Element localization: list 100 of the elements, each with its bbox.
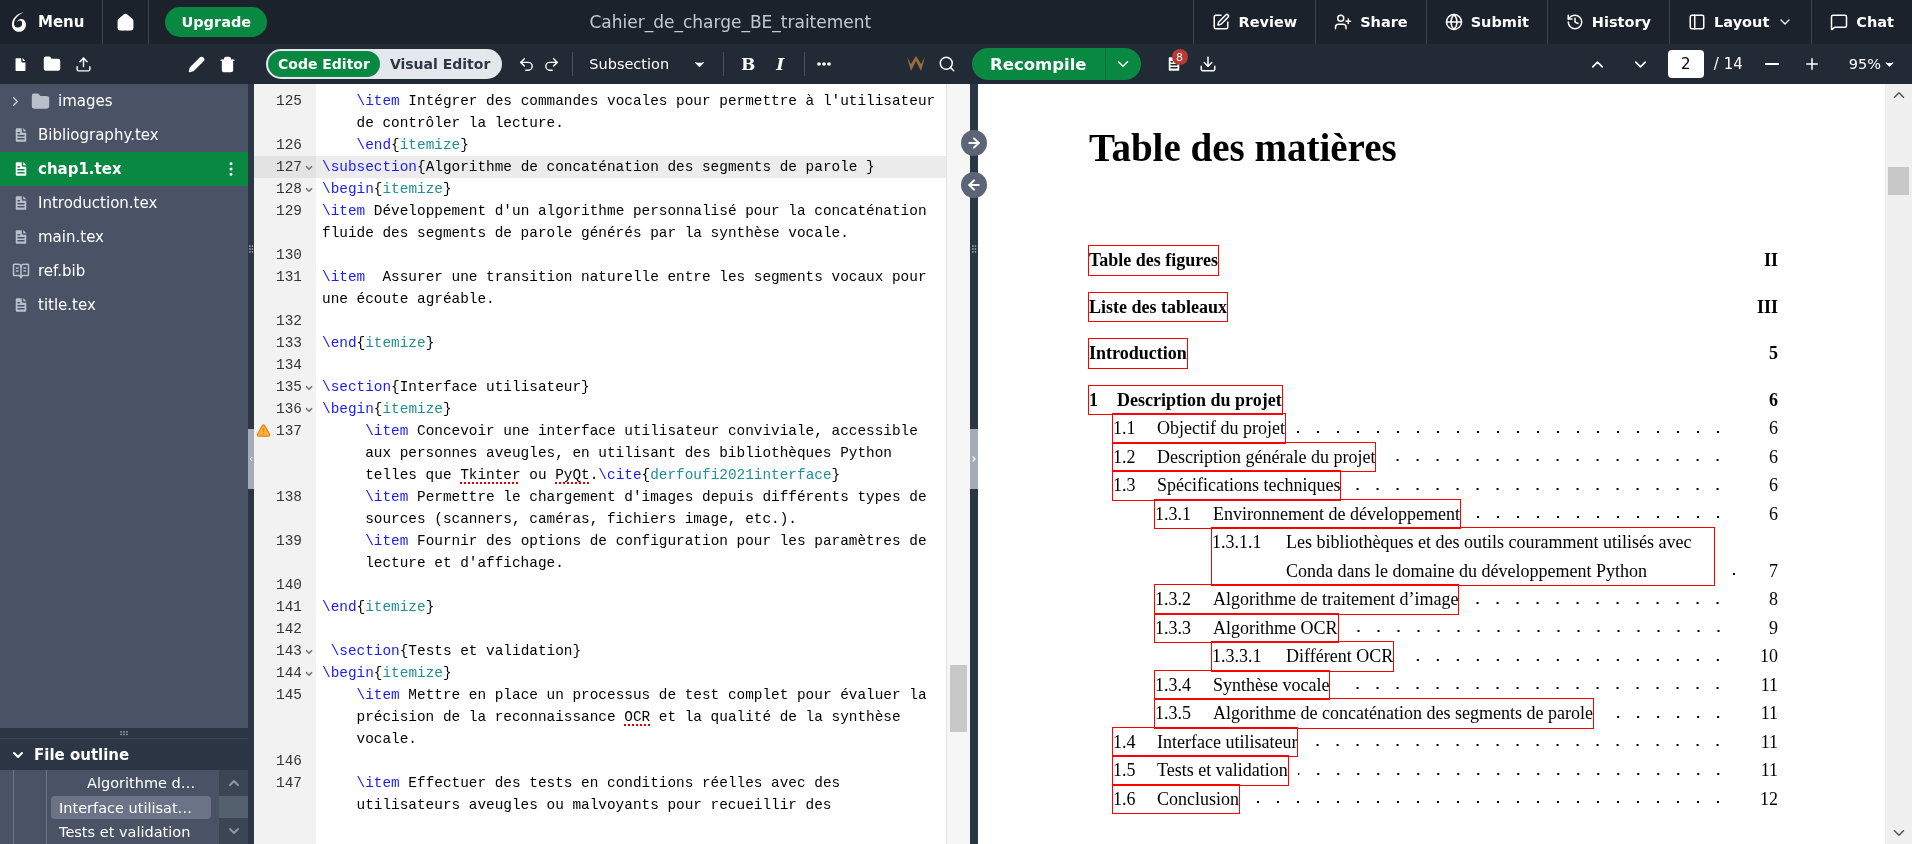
- file-icon: [12, 126, 30, 144]
- log-count-badge: 8: [1171, 49, 1188, 65]
- line-number: 133: [275, 334, 302, 353]
- file-tree-item[interactable]: Introduction.tex: [0, 186, 248, 220]
- toc-link[interactable]: Liste des tableaux: [1089, 292, 1227, 321]
- drag-handle-icon[interactable]: [246, 244, 256, 254]
- toc-link[interactable]: 1.3.2 Algorithme de traitement d’image: [1155, 585, 1459, 614]
- toc-link[interactable]: 1.1 Objectif du projet: [1113, 414, 1285, 443]
- line-number: 147: [275, 774, 302, 793]
- globe-icon: [1444, 13, 1463, 31]
- line-number: 130: [275, 246, 302, 265]
- line-number: 143: [275, 642, 302, 661]
- page-total: / 14: [1713, 55, 1743, 73]
- page-number: 10: [1759, 645, 1778, 668]
- toc-link[interactable]: 1.3.1.1 Les bibliothèques et des outils couramment utilisés avec Conda dans le domaine du développement Python: [1212, 528, 1715, 585]
- scroll-up-button[interactable]: [219, 770, 248, 796]
- toc-link[interactable]: Table des figures: [1089, 246, 1219, 275]
- pen-square-icon: [1212, 13, 1231, 31]
- page-number: 7: [1768, 559, 1778, 583]
- toc-link[interactable]: 1.3.3 Algorithme OCR: [1155, 613, 1338, 642]
- file-tree-item[interactable]: Bibliography.tex: [0, 118, 248, 152]
- search-icon: [938, 55, 956, 73]
- line-number: 128: [275, 180, 302, 199]
- page-number: 6: [1768, 502, 1778, 526]
- recompile-menu-button[interactable]: [1104, 48, 1141, 80]
- file-icon: [12, 296, 30, 314]
- page-number: 9: [1768, 616, 1778, 640]
- upgrade-button[interactable]: Upgrade: [165, 7, 268, 37]
- page-number: 6: [1768, 445, 1778, 469]
- editor-scrollbar[interactable]: [946, 84, 970, 844]
- file-tree-item[interactable]: title.tex: [0, 288, 248, 322]
- toc-link[interactable]: 1.6 Conclusion: [1113, 784, 1239, 813]
- editor-mode-tab[interactable]: Visual Editor: [379, 51, 501, 77]
- zoom-select[interactable]: 95%: [1842, 55, 1902, 73]
- outline-item[interactable]: Tests et validation: [51, 820, 211, 844]
- toc-link[interactable]: Introduction: [1089, 339, 1187, 368]
- page-number: 5: [1768, 342, 1778, 365]
- redo-icon: [543, 55, 561, 73]
- chevron-left-icon: [248, 455, 254, 463]
- more-button[interactable]: [815, 60, 834, 68]
- trash-icon: [219, 55, 236, 73]
- line-number: 135: [275, 378, 302, 397]
- page-number: 12: [1759, 787, 1778, 811]
- pencil-icon: [188, 55, 205, 73]
- upload-icon: [75, 55, 92, 73]
- italic-button[interactable]: I: [766, 49, 795, 79]
- scroll-down-button[interactable]: [219, 818, 248, 844]
- page-number: 11: [1759, 730, 1778, 754]
- chevron-right-icon: [970, 455, 978, 463]
- line-number: 140: [275, 576, 302, 595]
- outline-item[interactable]: Algorithme d…: [51, 771, 211, 795]
- file-icon: [12, 160, 30, 178]
- zigzag-icon[interactable]: [906, 55, 926, 73]
- scroll-thumb[interactable]: [950, 665, 967, 732]
- drag-handle-icon[interactable]: [119, 728, 129, 738]
- page-number: 11: [1759, 702, 1778, 725]
- toc-link[interactable]: 1.3 Spécifications techniques: [1113, 471, 1341, 500]
- line-number: 129: [275, 202, 302, 221]
- toc-link[interactable]: 1.3.4 Synthèse vocale: [1155, 670, 1330, 699]
- scroll-thumb[interactable]: [1888, 167, 1909, 195]
- page-number: 6: [1768, 388, 1778, 412]
- page-number: II: [1763, 249, 1778, 272]
- file-icon: [12, 194, 30, 212]
- toc-link[interactable]: 1.3.5 Algorithme de concaténation des segments de parole: [1155, 699, 1593, 728]
- line-number: 146: [275, 752, 302, 771]
- ellipsis-icon: [817, 62, 832, 66]
- toc-link[interactable]: 1.4 Interface utilisateur: [1113, 727, 1298, 756]
- file-tree-item[interactable]: images: [0, 84, 248, 118]
- undo-icon: [518, 55, 536, 73]
- toc-link[interactable]: 1.3.3.1 Différent OCR: [1212, 642, 1394, 671]
- toc-link[interactable]: 1 Description du projet: [1089, 385, 1282, 414]
- file-tree-item[interactable]: main.tex: [0, 220, 248, 254]
- line-number: 138: [275, 488, 302, 507]
- drag-handle-icon[interactable]: [969, 244, 979, 254]
- add-user-icon: [1334, 13, 1353, 31]
- toc-link[interactable]: 1.5 Tests et validation: [1113, 756, 1288, 785]
- bold-button[interactable]: B: [734, 49, 763, 79]
- history-icon: [1565, 13, 1584, 31]
- outline-header[interactable]: File outline: [0, 738, 248, 770]
- file-icon: [12, 228, 30, 246]
- project-title: Cahier_de_charge_BE_traitement: [589, 12, 872, 32]
- download-icon: [1198, 55, 1217, 73]
- line-number: 141: [275, 598, 302, 617]
- file-tree-item[interactable]: chap1.tex: [0, 152, 248, 186]
- logs-button[interactable]: 8: [1156, 48, 1191, 80]
- page-number: 6: [1768, 417, 1778, 440]
- outline-item[interactable]: Interface utilisat…: [51, 795, 211, 820]
- toc-link[interactable]: 1.2 Description générale du projet: [1113, 442, 1376, 471]
- file-tree-item[interactable]: ref.bib: [0, 254, 248, 288]
- editor-mode-tab[interactable]: Code Editor: [268, 51, 380, 77]
- folder-icon: [31, 91, 50, 111]
- page-field[interactable]: 2: [1667, 50, 1704, 78]
- recompile-button[interactable]: Recompile: [972, 48, 1105, 80]
- line-number: 137: [275, 422, 302, 441]
- minus-icon: [1764, 63, 1779, 65]
- style-select[interactable]: Subsection: [583, 49, 714, 79]
- chat-icon: [1830, 13, 1849, 31]
- toc-link[interactable]: 1.3.1 Environnement de développement: [1155, 499, 1460, 528]
- folder-icon: [43, 55, 61, 73]
- pdf-scrollbar[interactable]: [1885, 84, 1912, 844]
